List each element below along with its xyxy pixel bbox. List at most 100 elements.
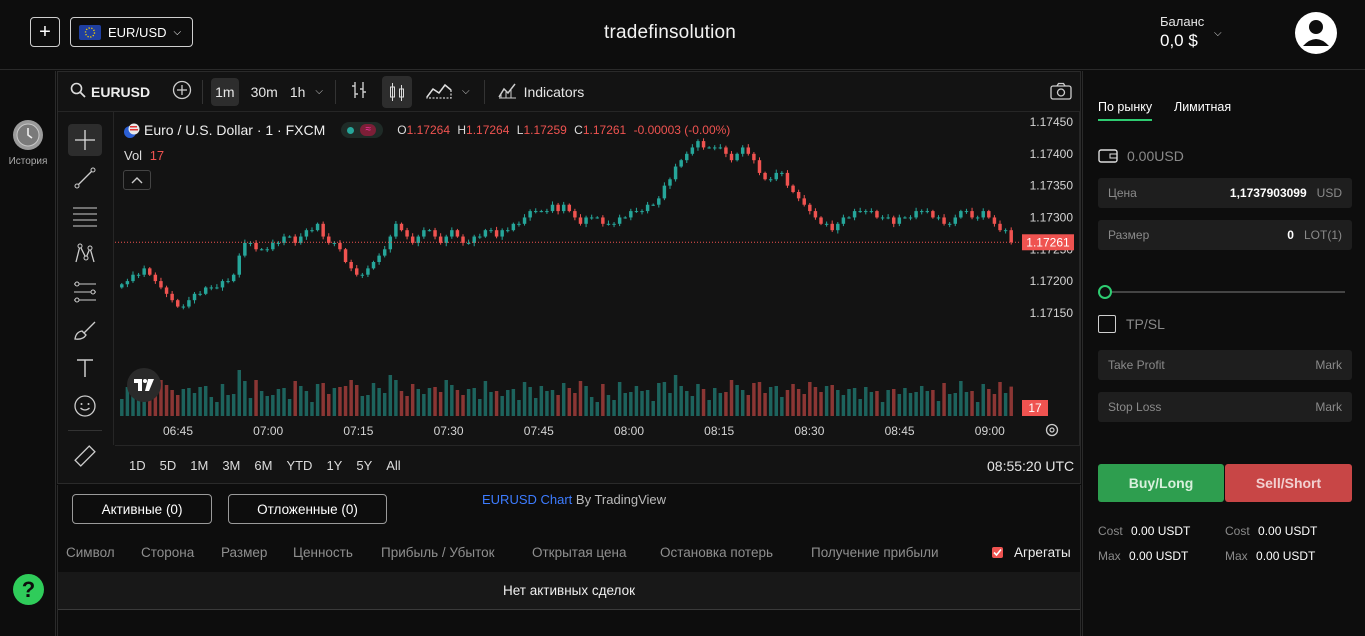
- symbol-label[interactable]: EURUSD: [91, 84, 150, 100]
- volume-bar: [852, 388, 857, 416]
- tradingview-logo-icon[interactable]: [127, 368, 161, 402]
- range-6m[interactable]: 6M: [254, 458, 272, 473]
- pattern-tool-icon[interactable]: [68, 238, 102, 270]
- price-chart[interactable]: 1.174501.174001.173501.173001.172501.172…: [115, 112, 1080, 445]
- empty-orders-text: Нет активных сделок: [58, 572, 1080, 610]
- volume-legend: Vol 17: [124, 148, 165, 163]
- tab-pending-orders[interactable]: Отложенные (0): [228, 494, 387, 524]
- tpsl-checkbox[interactable]: [1098, 315, 1116, 333]
- candle-body: [259, 249, 264, 251]
- tab-market[interactable]: По рынку: [1098, 100, 1152, 114]
- interval-chevron-icon[interactable]: ⌵: [315, 86, 323, 97]
- emoji-tool-icon[interactable]: [68, 390, 102, 422]
- aggregates-label[interactable]: Агрегаты: [1014, 545, 1071, 560]
- brush-tool-icon[interactable]: [68, 314, 102, 346]
- candle-body: [394, 223, 398, 237]
- volume-bar: [780, 397, 784, 416]
- buy-cost: Cost 0.00 USDT: [1098, 524, 1191, 538]
- volume-bar: [237, 370, 241, 416]
- text-tool-icon[interactable]: [68, 352, 102, 384]
- sell-short-button[interactable]: Sell/Short: [1225, 464, 1352, 502]
- candle-body: [433, 230, 437, 237]
- volume-bar: [483, 381, 488, 416]
- aggregates-checkbox[interactable]: [992, 547, 1003, 558]
- range-1m[interactable]: 1M: [190, 458, 208, 473]
- volume-bar: [545, 391, 549, 416]
- volume-bar: [181, 389, 186, 416]
- volume-bar: [461, 395, 465, 416]
- pair-label: EUR/USD: [108, 24, 167, 40]
- volume-bar: [539, 386, 544, 416]
- candle-body: [1003, 230, 1008, 232]
- volume-bar: [304, 391, 309, 416]
- last-volume-label: 17: [1028, 401, 1042, 415]
- camera-icon[interactable]: [1050, 82, 1072, 103]
- compare-add-icon[interactable]: [172, 80, 192, 103]
- candle-body: [332, 242, 337, 244]
- size-field[interactable]: Размер 0 LOT(1): [1098, 220, 1352, 250]
- price-field[interactable]: Цена 1,1737903099 USD: [1098, 178, 1352, 208]
- volume-bar: [729, 380, 734, 416]
- candle-body: [852, 211, 857, 218]
- range-ytd[interactable]: YTD: [286, 458, 312, 473]
- chart-type-chevron-icon[interactable]: ⌵: [462, 86, 470, 97]
- clock-label[interactable]: 08:55:20 UTC: [987, 458, 1074, 474]
- volume-bar: [243, 381, 247, 416]
- take-profit-field[interactable]: Take Profit Mark: [1098, 350, 1352, 380]
- balance-chevron-icon[interactable]: ⌵: [1214, 28, 1222, 39]
- history-icon[interactable]: [13, 120, 43, 150]
- projection-tool-icon[interactable]: [68, 276, 102, 308]
- bar-style-icon[interactable]: [350, 80, 368, 103]
- avatar[interactable]: [1295, 12, 1337, 54]
- ruler-tool-icon[interactable]: [68, 440, 102, 472]
- chart-widget: EURUSD 1m 30m 1h ⌵ ⌵ Indicators 1.17450 …: [57, 71, 1081, 484]
- range-5y[interactable]: 5Y: [356, 458, 372, 473]
- interval-30m[interactable]: 30m: [251, 84, 278, 100]
- volume-bar: [903, 388, 907, 416]
- status-dot-icon: [347, 126, 355, 134]
- range-1d[interactable]: 1D: [129, 458, 146, 473]
- fib-tool-icon[interactable]: [68, 200, 102, 232]
- tab-limit[interactable]: Лимитная: [1174, 100, 1231, 114]
- col-stop-loss: Остановка потерь: [660, 545, 773, 560]
- volume-bar: [534, 398, 538, 416]
- collapse-legend-button[interactable]: [123, 170, 151, 190]
- range-3m[interactable]: 3M: [222, 458, 240, 473]
- add-button[interactable]: +: [30, 17, 60, 47]
- pair-selector[interactable]: EUR/USD ⌵: [70, 17, 193, 47]
- market-status-badge[interactable]: ≈: [341, 122, 384, 138]
- price-value[interactable]: 1,1737903099: [1230, 186, 1307, 200]
- candle-body: [964, 211, 969, 213]
- trendline-tool-icon[interactable]: [68, 162, 102, 194]
- stop-loss-field[interactable]: Stop Loss Mark: [1098, 392, 1352, 422]
- candles-icon[interactable]: [381, 75, 412, 108]
- interval-1m[interactable]: 1m: [211, 77, 239, 106]
- range-5d[interactable]: 5D: [160, 458, 177, 473]
- volume-bar: [589, 397, 594, 416]
- candle-body: [282, 236, 286, 243]
- chart-credit-link[interactable]: EURUSD Chart: [482, 492, 572, 507]
- help-button[interactable]: ?: [13, 574, 44, 605]
- size-slider-track[interactable]: [1105, 291, 1345, 293]
- size-value[interactable]: 0: [1287, 228, 1294, 242]
- buy-long-button[interactable]: Buy/Long: [1098, 464, 1224, 502]
- x-tick-label: 08:00: [614, 424, 644, 438]
- crosshair-tool-icon[interactable]: [68, 124, 102, 156]
- indicators-icon[interactable]: [497, 81, 517, 102]
- search-icon[interactable]: [70, 82, 86, 101]
- chart-settings-icon[interactable]: [1044, 422, 1060, 441]
- tpsl-label[interactable]: TP/SL: [1126, 316, 1165, 332]
- col-open-price: Открытая цена: [532, 545, 627, 560]
- range-1y[interactable]: 1Y: [326, 458, 342, 473]
- interval-1h[interactable]: 1h: [290, 84, 306, 100]
- history-label[interactable]: История: [0, 156, 56, 167]
- indicators-button[interactable]: Indicators: [524, 84, 585, 100]
- chart-svg[interactable]: 1.174501.174001.173501.173001.172501.172…: [115, 112, 1080, 445]
- candle-body: [601, 217, 605, 224]
- range-all[interactable]: All: [386, 458, 400, 473]
- area-style-icon[interactable]: [426, 81, 452, 102]
- tab-active-orders[interactable]: Активные (0): [72, 494, 212, 524]
- size-slider-thumb[interactable]: [1098, 285, 1112, 299]
- candle-body: [243, 242, 247, 256]
- chevron-down-icon: ⌵: [173, 26, 182, 38]
